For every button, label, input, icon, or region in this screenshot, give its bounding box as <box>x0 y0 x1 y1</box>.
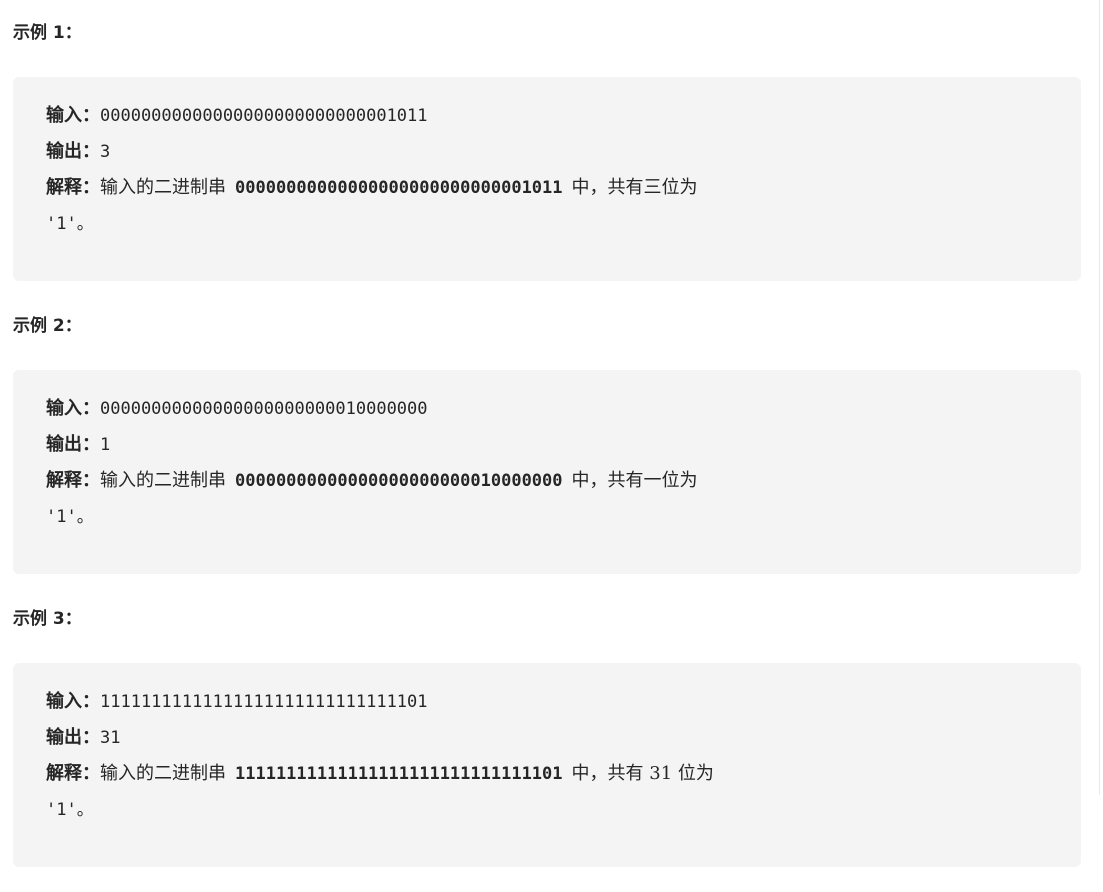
example-2-explanation-line: 解释：输入的二进制串 000000000000000000000000100000… <box>46 462 1081 498</box>
explanation-tail: '1'。 <box>46 214 94 234</box>
output-label: 输出： <box>46 434 100 455</box>
explanation-prefix: 输入的二进制串 <box>100 470 226 491</box>
explanation-label: 解释： <box>46 177 100 198</box>
output-value: 1 <box>100 435 111 455</box>
output-label: 输出： <box>46 727 100 748</box>
example-2-explanation-tail: '1'。 <box>46 498 1081 534</box>
explanation-binary: 00000000000000000000000010000000 <box>235 471 563 491</box>
explanation-suffix: 中，共有一位为 <box>571 470 698 491</box>
example-3-output-line: 输出：31 <box>46 719 1081 755</box>
explanation-prefix: 输入的二进制串 <box>100 763 226 784</box>
input-label: 输入： <box>46 691 100 712</box>
example-1-output-line: 输出：3 <box>46 133 1081 169</box>
explanation-tail: '1'。 <box>46 507 94 527</box>
explanation-binary: 00000000000000000000000000001011 <box>235 178 563 198</box>
input-label: 输入： <box>46 398 100 419</box>
example-2-input-line: 输入：00000000000000000000000010000000 <box>46 390 1081 426</box>
example-3-code-block: 输入：11111111111111111111111111111101 输出：3… <box>13 663 1081 867</box>
explanation-suffix: 中，共有 31 位为 <box>571 763 714 784</box>
explanation-label: 解释： <box>46 763 100 784</box>
example-3-heading: 示例 3： <box>13 609 82 629</box>
example-2-heading: 示例 2： <box>13 316 82 336</box>
output-value: 31 <box>100 728 121 748</box>
explanation-suffix: 中，共有三位为 <box>571 177 698 198</box>
explanation-prefix: 输入的二进制串 <box>100 177 226 198</box>
example-1-heading: 示例 1： <box>13 23 82 43</box>
explanation-label: 解释： <box>46 470 100 491</box>
example-2-code-block: 输入：00000000000000000000000010000000 输出：1… <box>13 370 1081 574</box>
scrollbar-track[interactable] <box>1099 0 1100 795</box>
output-label: 输出： <box>46 141 100 162</box>
input-value: 00000000000000000000000010000000 <box>100 399 428 419</box>
explanation-binary: 11111111111111111111111111111101 <box>235 764 563 784</box>
input-value: 11111111111111111111111111111101 <box>100 692 428 712</box>
input-label: 输入： <box>46 105 100 126</box>
example-3-input-line: 输入：11111111111111111111111111111101 <box>46 683 1081 719</box>
example-1-explanation-tail: '1'。 <box>46 205 1081 241</box>
example-2-output-line: 输出：1 <box>46 426 1081 462</box>
input-value: 00000000000000000000000000001011 <box>100 106 428 126</box>
example-1-explanation-line: 解释：输入的二进制串 000000000000000000000000000010… <box>46 169 1081 205</box>
example-1-input-line: 输入：00000000000000000000000000001011 <box>46 97 1081 133</box>
output-value: 3 <box>100 142 111 162</box>
example-3-explanation-line: 解释：输入的二进制串 111111111111111111111111111111… <box>46 755 1081 791</box>
example-3-explanation-tail: '1'。 <box>46 791 1081 827</box>
example-1-code-block: 输入：00000000000000000000000000001011 输出：3… <box>13 77 1081 281</box>
explanation-tail: '1'。 <box>46 800 94 820</box>
